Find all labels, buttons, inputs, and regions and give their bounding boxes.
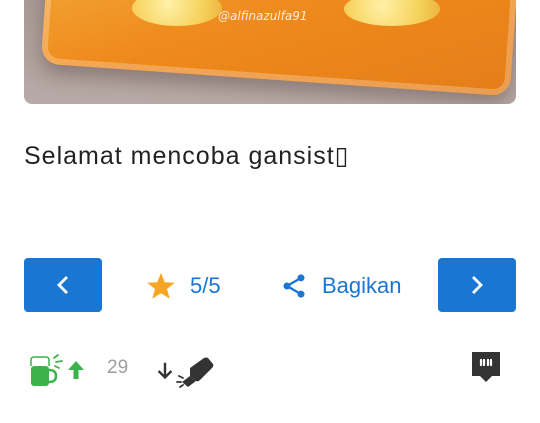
rating: 5/5 bbox=[146, 266, 221, 306]
share-label: Bagikan bbox=[322, 273, 402, 298]
rating-value: 5/5 bbox=[190, 273, 221, 298]
downvote-arrow-icon[interactable] bbox=[154, 360, 176, 382]
chevron-left-icon bbox=[57, 276, 68, 294]
star-icon bbox=[147, 272, 175, 299]
comment-icon[interactable] bbox=[470, 350, 502, 382]
step-caption: Selamat mencoba gansist▯ bbox=[24, 142, 350, 170]
photo-watermark: @alfinazulfa91 bbox=[218, 9, 308, 23]
eraser-icon bbox=[176, 357, 214, 388]
upvote-arrow-icon[interactable] bbox=[64, 358, 88, 382]
share-icon bbox=[283, 274, 305, 298]
chevron-right-icon bbox=[472, 276, 483, 294]
previous-step-button[interactable] bbox=[24, 258, 102, 312]
next-step-button[interactable] bbox=[438, 258, 516, 312]
upvote-count: 29 bbox=[107, 357, 129, 378]
share-button[interactable]: Bagikan bbox=[280, 266, 402, 306]
recipe-step-photo[interactable]: @alfinazulfa91 bbox=[24, 0, 516, 104]
cooksnap-cup-icon[interactable] bbox=[28, 352, 64, 388]
